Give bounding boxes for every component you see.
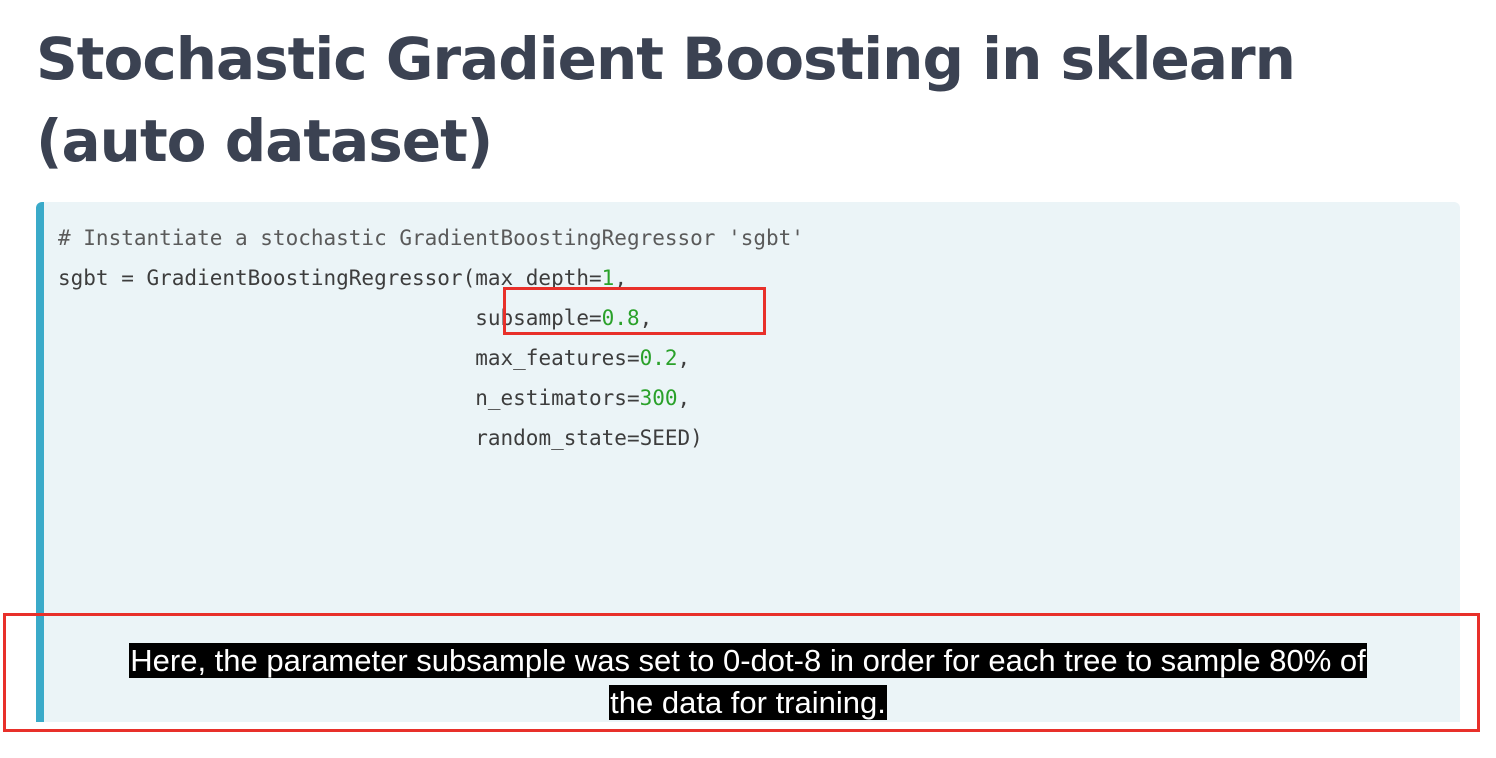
code-line-random-state: random_state=SEED) — [58, 418, 804, 458]
slide-title: Stochastic Gradient Boosting in sklearn … — [36, 25, 1296, 175]
code-text: , — [677, 386, 691, 410]
code-line-max-features: max_features=0.2, — [58, 338, 804, 378]
subsample-highlight-box — [503, 287, 766, 335]
code-number: 0.2 — [639, 346, 678, 370]
code-text: n_estimators= — [475, 386, 640, 410]
caption-highlight-box — [3, 613, 1480, 732]
code-comment: # Instantiate a stochastic GradientBoost… — [58, 226, 804, 250]
code-text: random_state=SEED) — [475, 426, 703, 450]
code-line-comment: # Instantiate a stochastic GradientBoost… — [58, 218, 804, 258]
code-text: max_features= — [475, 346, 640, 370]
code-line-n-estimators: n_estimators=300, — [58, 378, 804, 418]
code-number: 300 — [639, 386, 678, 410]
code-block: # Instantiate a stochastic GradientBoost… — [58, 218, 804, 458]
code-text: , — [677, 346, 691, 370]
